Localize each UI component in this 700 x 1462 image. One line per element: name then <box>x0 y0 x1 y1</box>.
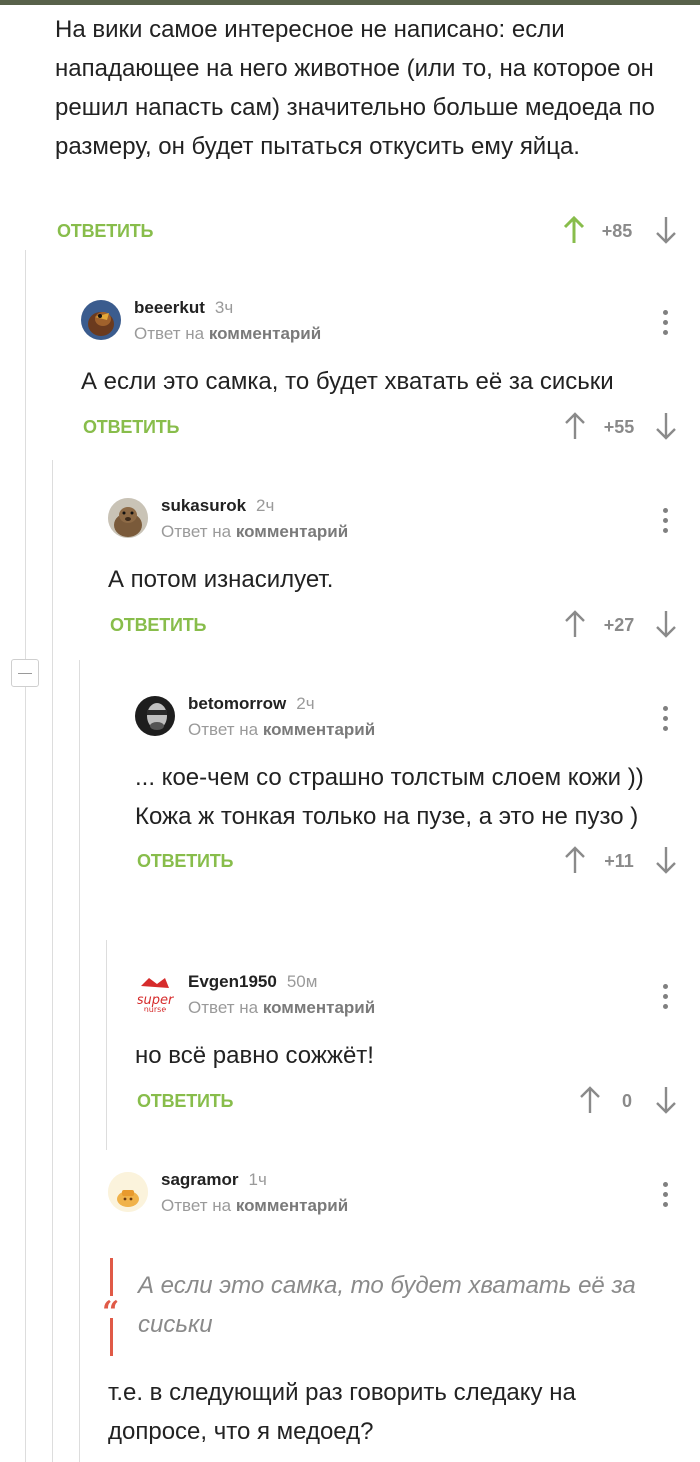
comment-time: 3ч <box>214 298 234 317</box>
comment-author[interactable]: beeerkut 3ч <box>134 298 233 318</box>
author-name[interactable]: beeerkut <box>134 298 205 317</box>
upvote-icon[interactable] <box>563 411 587 441</box>
reply-to-meta: Ответ на комментарий <box>161 522 349 541</box>
downvote-icon[interactable] <box>654 845 678 875</box>
comment-score: 0 <box>621 1091 632 1111</box>
comment-time: 50м <box>286 972 318 991</box>
comment-time: 2ч <box>256 496 275 515</box>
groundhog-avatar[interactable] <box>108 498 148 538</box>
comment-time: 1ч <box>248 1170 267 1189</box>
man-portrait-avatar[interactable] <box>135 696 175 736</box>
more-options-icon[interactable] <box>663 310 669 338</box>
quote-bar-bottom <box>110 1318 113 1356</box>
comment-text: ... кое-чем со страшно толстым слоем кож… <box>135 764 644 830</box>
downvote-icon[interactable] <box>654 411 678 441</box>
comment-sagramor-body: т.е. в следующий раз говорить следаку на… <box>108 1373 668 1451</box>
upvote-icon[interactable] <box>563 845 587 875</box>
upvote-icon[interactable] <box>563 609 587 639</box>
comment-text: На вики самое интересное не написано: ес… <box>55 16 655 160</box>
comment-score: +55 <box>603 417 635 437</box>
downvote-icon[interactable] <box>654 609 678 639</box>
comment-score: +11 <box>604 851 634 871</box>
reply-to-meta: Ответ на комментарий <box>134 324 322 343</box>
reply-to-meta: Ответ на комментарий <box>188 998 376 1017</box>
comment-betomorrow: betomorrow 2ч Ответ на комментарий ... ко… <box>135 694 681 885</box>
comment-text: т.е. в следующий раз говорить следаку на… <box>108 1379 576 1445</box>
author-name[interactable]: betomorrow <box>188 694 286 713</box>
thread-line-level-1 <box>25 250 26 1462</box>
downvote-icon[interactable] <box>654 215 678 245</box>
comment-score: +85 <box>601 221 633 241</box>
reply-to-meta: Ответ на комментарий <box>161 1196 349 1215</box>
author-name[interactable]: Evgen1950 <box>188 972 277 991</box>
comment-sukasurok: sukasurok 2ч Ответ на комментарий А потом… <box>108 496 681 649</box>
more-options-icon[interactable] <box>663 508 669 536</box>
svg-text:nurse: nurse <box>144 1005 167 1014</box>
upvote-icon[interactable] <box>578 1085 602 1115</box>
comment-sagramor: sagramor 1ч Ответ на комментарий <box>108 1170 681 1222</box>
reply-button[interactable]: ОТВЕТИТЬ <box>83 417 179 438</box>
reply-to-link[interactable]: комментарий <box>263 998 375 1017</box>
quote-bar-top <box>110 1258 113 1296</box>
top-bar <box>0 0 700 5</box>
more-options-icon[interactable] <box>663 706 669 734</box>
more-options-icon[interactable] <box>663 984 669 1012</box>
comment-author[interactable]: Evgen1950 50м <box>188 972 317 992</box>
reply-button[interactable]: ОТВЕТИТЬ <box>57 221 153 242</box>
comment-text: А потом изнасилует. <box>108 566 334 593</box>
collapse-thread-button[interactable] <box>11 659 39 687</box>
reply-to-link[interactable]: комментарий <box>236 1196 348 1215</box>
bird-avatar[interactable] <box>81 300 121 340</box>
comment-evgen1950: super nurse Evgen1950 50м Ответ на коммент… <box>135 972 681 1125</box>
comment-beeerkut: beeerkut 3ч Ответ на комментарий А если э… <box>81 298 681 451</box>
thread-line-level-4 <box>106 940 107 1150</box>
reply-to-link[interactable]: комментарий <box>236 522 348 541</box>
thread-line-level-3 <box>79 660 80 1462</box>
comment-top: На вики самое интересное не написано: ес… <box>55 10 675 166</box>
comment-score: +27 <box>603 615 635 635</box>
comment-text: но всё равно сожжёт! <box>135 1042 374 1069</box>
author-name[interactable]: sukasurok <box>161 496 246 515</box>
author-name[interactable]: sagramor <box>161 1170 238 1189</box>
more-options-icon[interactable] <box>663 1182 669 1210</box>
downvote-icon[interactable] <box>654 1085 678 1115</box>
comment-text: А если это самка, то будет хватать её за… <box>81 368 614 395</box>
reply-button[interactable]: ОТВЕТИТЬ <box>110 615 206 636</box>
reply-button[interactable]: ОТВЕТИТЬ <box>137 851 233 872</box>
comment-author[interactable]: sagramor 1ч <box>161 1170 267 1190</box>
comment-time: 2ч <box>296 694 315 713</box>
comment-author[interactable]: sukasurok 2ч <box>161 496 274 516</box>
reply-to-meta: Ответ на комментарий <box>188 720 376 739</box>
upvote-icon[interactable] <box>562 215 586 245</box>
cartoon-avatar[interactable] <box>108 1172 148 1212</box>
comment-top-actions: ОТВЕТИТЬ +85 <box>57 211 682 255</box>
reply-button[interactable]: ОТВЕТИТЬ <box>137 1091 233 1112</box>
quote-text: А если это самка, то будет хватать её за… <box>138 1272 636 1338</box>
comment-author[interactable]: betomorrow 2ч <box>188 694 315 714</box>
reply-to-link[interactable]: комментарий <box>209 324 321 343</box>
thread-line-level-2 <box>52 460 53 1462</box>
reply-to-link[interactable]: комментарий <box>263 720 375 739</box>
super-logo-avatar[interactable]: super nurse <box>135 974 175 1014</box>
